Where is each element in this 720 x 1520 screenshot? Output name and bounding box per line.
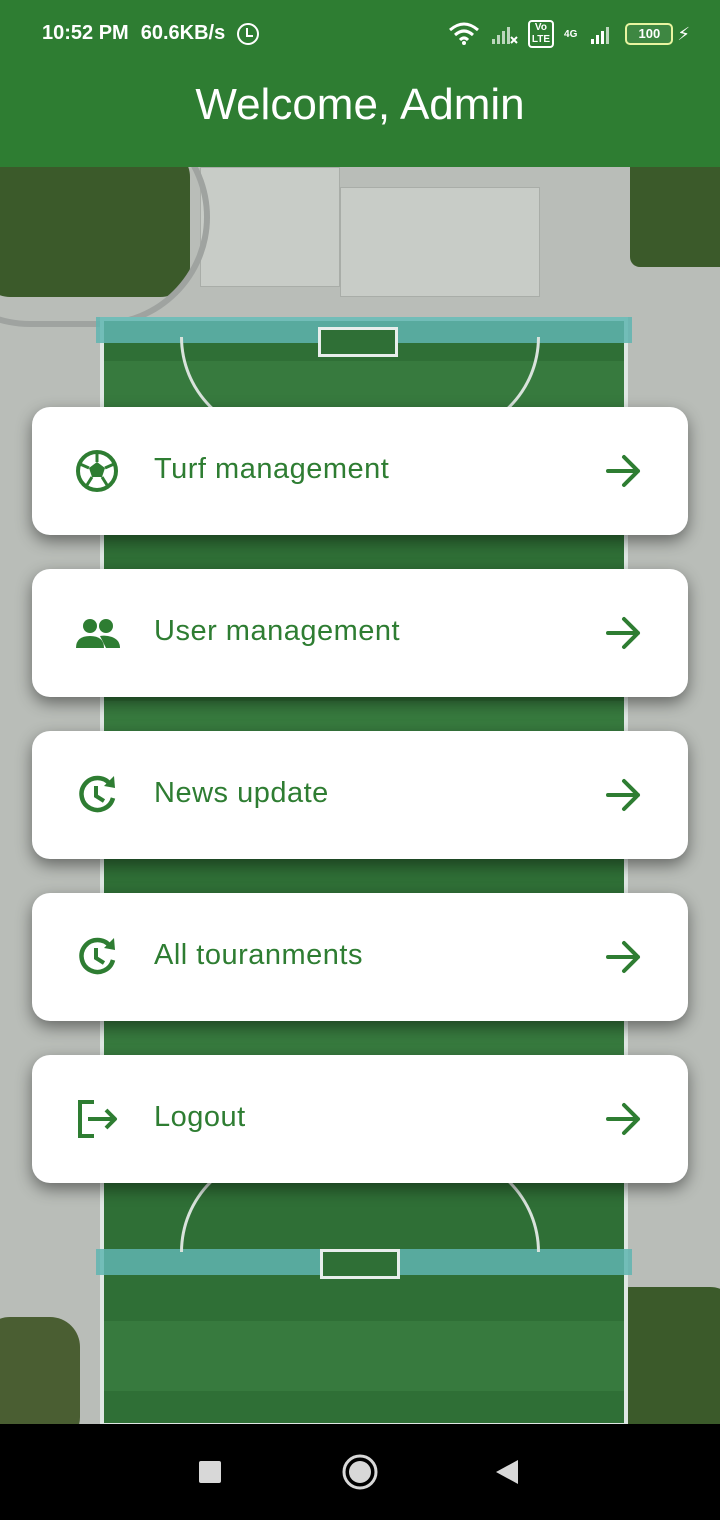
menu-item-all-tournaments[interactable]: All touranments bbox=[32, 893, 688, 1021]
people-icon bbox=[76, 619, 120, 648]
signal-icon bbox=[591, 27, 610, 44]
hedge bbox=[0, 1317, 80, 1424]
update-clock-icon bbox=[79, 937, 116, 975]
home-icon[interactable] bbox=[340, 1452, 380, 1492]
network-type: 4G bbox=[564, 28, 578, 40]
pavement-tile bbox=[200, 167, 340, 287]
status-left: 10:52 PM 60.6KB/s bbox=[42, 22, 260, 45]
status-right: Vo LTE 4G 100 ⚡ bbox=[448, 20, 690, 48]
wifi-icon bbox=[448, 22, 479, 45]
volte-badge: Vo LTE bbox=[527, 20, 555, 48]
soccer-ball-icon bbox=[76, 450, 118, 492]
network-speed: 60.6KB/s bbox=[140, 22, 226, 44]
arrow-right-icon bbox=[606, 455, 640, 487]
goal-bottom bbox=[320, 1249, 400, 1279]
hedge bbox=[630, 167, 720, 267]
status-time: 10:52 PM bbox=[42, 22, 129, 44]
menu-item-label: Logout bbox=[154, 1101, 246, 1133]
system-nav-bar bbox=[0, 1424, 720, 1520]
curb-line bbox=[0, 167, 210, 327]
charging-icon: ⚡ bbox=[677, 23, 690, 44]
alarm-icon bbox=[237, 22, 260, 45]
signal-no-service-icon bbox=[491, 27, 518, 44]
menu-item-logout[interactable]: Logout bbox=[32, 1055, 688, 1183]
arrow-right-icon bbox=[606, 779, 640, 811]
app-header: 10:52 PM 60.6KB/s Vo LTE 4G 100 ⚡ Welcom… bbox=[0, 0, 720, 167]
status-bar: 10:52 PM 60.6KB/s Vo LTE 4G 100 ⚡ bbox=[0, 0, 720, 70]
pavement-tile bbox=[340, 187, 540, 297]
recents-icon[interactable] bbox=[190, 1452, 230, 1492]
logout-icon bbox=[78, 1100, 117, 1138]
arrow-right-icon bbox=[606, 1103, 640, 1135]
menu-item-news-update[interactable]: News update bbox=[32, 731, 688, 859]
menu-item-label: User management bbox=[154, 615, 401, 647]
menu-item-label: News update bbox=[154, 777, 329, 809]
menu-item-label: Turf management bbox=[154, 453, 390, 485]
menu-item-user-management[interactable]: User management bbox=[32, 569, 688, 697]
menu-item-label: All touranments bbox=[154, 939, 363, 971]
battery-indicator: 100 ⚡ bbox=[625, 23, 690, 45]
back-icon[interactable] bbox=[488, 1452, 528, 1492]
page-title: Welcome, Admin bbox=[195, 80, 525, 129]
field-stripe bbox=[104, 1321, 624, 1391]
battery-level: 100 bbox=[625, 23, 674, 45]
arrow-right-icon bbox=[606, 617, 640, 649]
update-clock-icon bbox=[79, 775, 116, 813]
menu-item-turf-management[interactable]: Turf management bbox=[32, 407, 688, 535]
arrow-right-icon bbox=[606, 941, 640, 973]
